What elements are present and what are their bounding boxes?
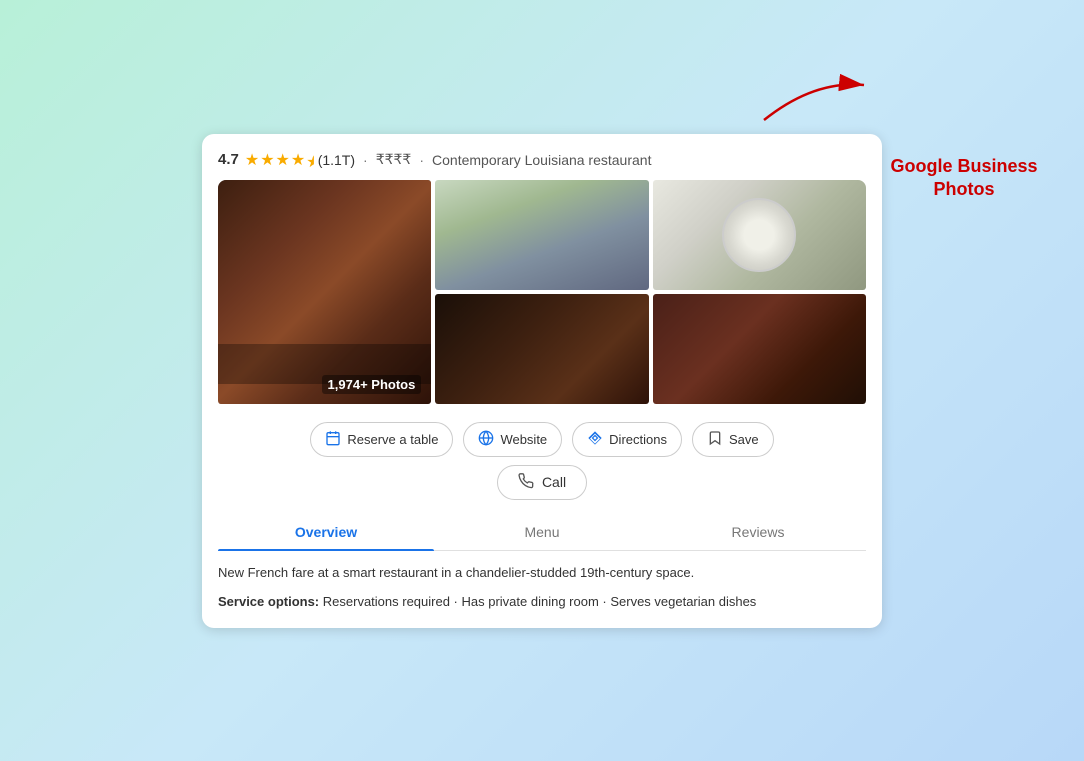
service-options: Service options: Reservations required ·…	[218, 592, 866, 612]
review-count: (1.1T)	[318, 152, 355, 168]
price-level: ₹₹₹₹	[376, 151, 412, 168]
business-card: 4.7 ★★★★ (1.1T) · ₹₹₹₹ · Contemporary Lo…	[202, 134, 882, 628]
dot-separator-2: ·	[419, 152, 424, 168]
google-business-photos-label: Google BusinessPhotos	[884, 155, 1044, 202]
tab-reviews-label: Reviews	[732, 524, 785, 540]
action-buttons-row: Reserve a table Website Directions	[218, 422, 866, 457]
save-button[interactable]: Save	[692, 422, 774, 457]
save-icon	[707, 430, 723, 449]
service-options-text: Reservations required · Has private dini…	[323, 594, 757, 609]
photo-top-mid[interactable]	[435, 180, 648, 290]
save-label: Save	[729, 432, 759, 447]
rating-row: 4.7 ★★★★ (1.1T) · ₹₹₹₹ · Contemporary Lo…	[218, 150, 866, 170]
tabs-bar: Overview Menu Reviews	[218, 514, 866, 551]
reserve-icon	[325, 430, 341, 449]
photo-bot-left[interactable]	[435, 294, 648, 404]
call-row: Call	[218, 465, 866, 500]
photo-main-inner	[218, 180, 431, 404]
tab-overview-label: Overview	[295, 524, 357, 540]
reserve-table-button[interactable]: Reserve a table	[310, 422, 453, 457]
service-options-label: Service options:	[218, 594, 319, 609]
dot-separator-1: ·	[363, 152, 368, 168]
category-label: Contemporary Louisiana restaurant	[432, 152, 651, 168]
business-description: New French fare at a smart restaurant in…	[218, 563, 866, 583]
arrow-annotation	[754, 70, 874, 130]
website-label: Website	[500, 432, 547, 447]
call-button[interactable]: Call	[497, 465, 587, 500]
tab-overview[interactable]: Overview	[218, 514, 434, 550]
rating-score: 4.7	[218, 151, 239, 168]
photo-main[interactable]: 1,974+ Photos	[218, 180, 431, 404]
call-label: Call	[542, 474, 566, 490]
directions-icon	[587, 430, 603, 449]
tab-reviews[interactable]: Reviews	[650, 514, 866, 550]
directions-label: Directions	[609, 432, 667, 447]
website-button[interactable]: Website	[463, 422, 562, 457]
call-icon	[518, 473, 534, 492]
website-icon	[478, 430, 494, 449]
tab-menu-label: Menu	[524, 524, 559, 540]
star-icons: ★★★★	[245, 150, 312, 170]
reserve-label: Reserve a table	[347, 432, 438, 447]
directions-button[interactable]: Directions	[572, 422, 682, 457]
photo-bot-mid[interactable]	[653, 294, 866, 404]
photo-count-label: 1,974+ Photos	[322, 375, 422, 394]
photo-top-right[interactable]	[653, 180, 866, 290]
photos-grid[interactable]: 1,974+ Photos	[218, 180, 866, 408]
tab-menu[interactable]: Menu	[434, 514, 650, 550]
annotation-text: Google BusinessPhotos	[890, 156, 1037, 199]
